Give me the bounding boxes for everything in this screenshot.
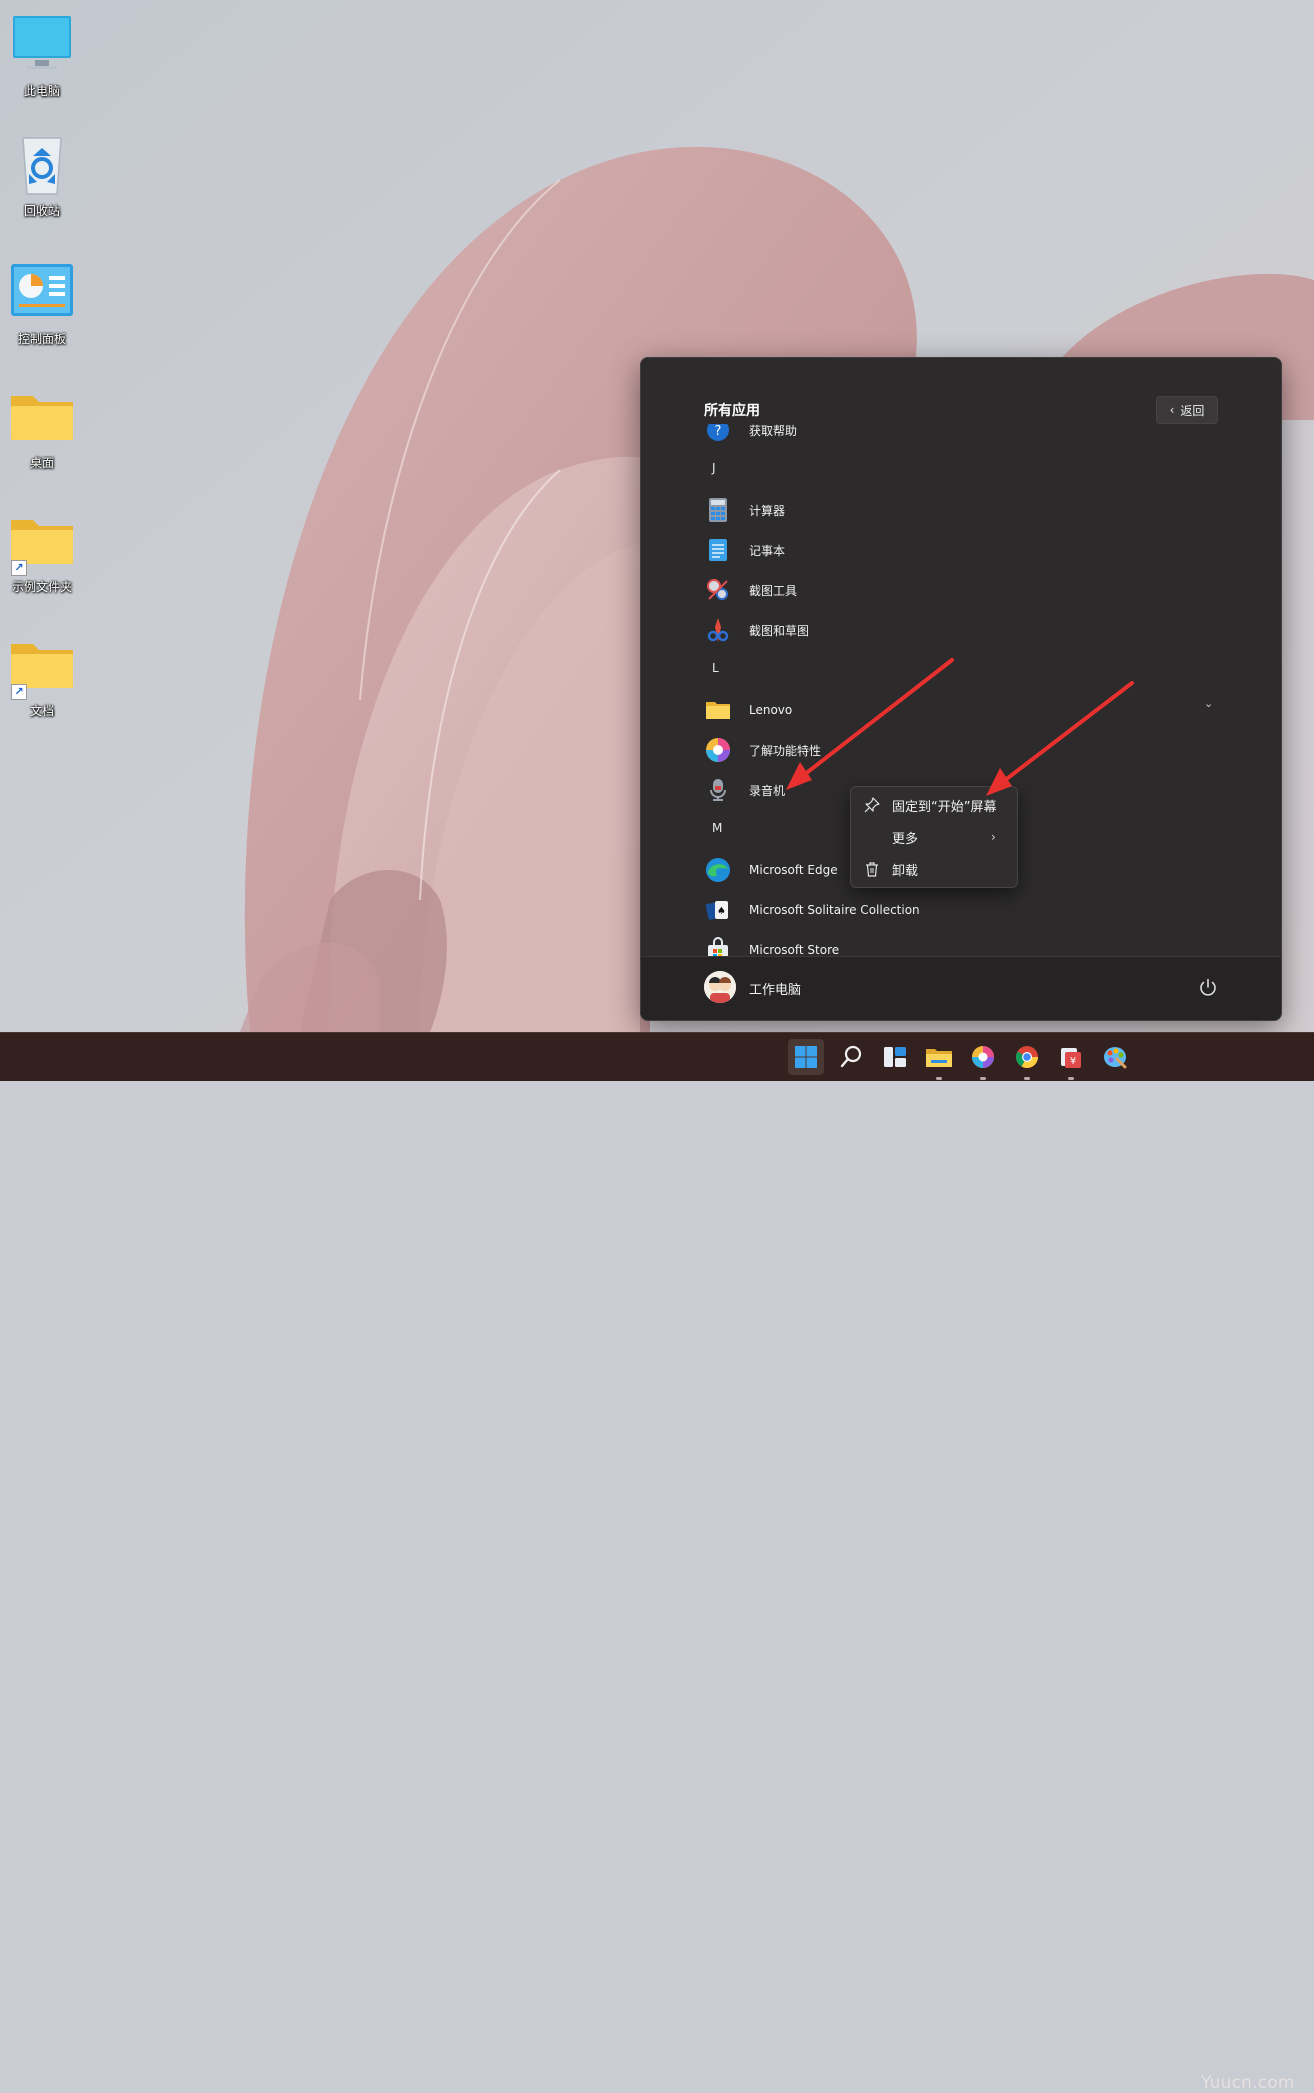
letter-header-j[interactable]: J — [712, 461, 716, 475]
uninstall-item[interactable]: 卸载 — [851, 853, 1017, 885]
context-menu: 固定到“开始”屏幕 更多 › 卸载 — [850, 786, 1018, 888]
svg-text:¥: ¥ — [1070, 1056, 1076, 1067]
more-item[interactable]: 更多 › — [851, 821, 1017, 853]
control-panel-icon — [9, 262, 75, 324]
snipping-tool-icon — [705, 577, 731, 603]
chevron-left-icon: ‹ — [1169, 403, 1175, 417]
file-explorer-icon — [926, 1049, 952, 1067]
app-item-store[interactable]: Microsoft Store — [701, 930, 1221, 956]
app-name: 计算器 — [749, 503, 786, 518]
app-item-notepad[interactable]: 记事本 — [701, 530, 1221, 570]
uninstall-label: 卸载 — [892, 863, 919, 879]
desktop-icon-label: 示例文件夹 — [11, 580, 72, 594]
desktop-icon-label: 回收站 — [23, 204, 60, 218]
app-name: Microsoft Solitaire Collection — [749, 903, 920, 917]
chrome-button[interactable] — [1009, 1039, 1045, 1080]
app-name: Lenovo — [749, 703, 793, 717]
user-name[interactable]: 工作电脑 — [749, 979, 801, 998]
start-menu: 所有应用 ‹ 返回 ? 获取帮助 J 计算器 记事本 截图工具 截图和草图 L … — [640, 357, 1282, 1021]
app-name: 截图和草图 — [749, 623, 810, 638]
desktop-icon-sample-folder[interactable]: ↗ 示例文件夹 — [4, 510, 80, 595]
recycle-bin-icon — [9, 134, 75, 196]
app-item-solitaire[interactable]: ♠ Microsoft Solitaire Collection — [701, 890, 1221, 930]
folder-icon: ↗ — [9, 634, 75, 700]
app-name: Microsoft Store — [749, 943, 840, 956]
calculator-icon — [705, 497, 731, 523]
desktop-icon-label: 桌面 — [29, 456, 54, 470]
more-label: 更多 — [892, 831, 919, 847]
trash-icon — [864, 861, 880, 877]
tips-icon — [705, 737, 731, 763]
notepad-icon — [705, 537, 731, 563]
start-footer: 工作电脑 — [641, 956, 1281, 1020]
start-icon — [795, 1046, 817, 1068]
paint-button[interactable] — [1097, 1039, 1133, 1075]
pin-icon — [864, 797, 880, 813]
app-name: 记事本 — [749, 543, 786, 558]
tips-icon — [972, 1046, 994, 1068]
desktop-icon-label: 此电脑 — [23, 84, 60, 98]
folder-icon — [705, 697, 731, 723]
file-explorer-button[interactable] — [921, 1039, 957, 1080]
desktop-icon-recycle-bin[interactable]: 回收站 — [4, 134, 80, 219]
shortcut-arrow-icon: ↗ — [11, 684, 27, 700]
search-button[interactable] — [833, 1039, 869, 1075]
voice-recorder-icon — [705, 777, 731, 803]
taskbar: ¥ Yuucn.com — [0, 1032, 1314, 2093]
start-button[interactable] — [788, 1039, 824, 1075]
desktop-icon-label: 文档 — [29, 704, 54, 718]
svg-text:?: ? — [715, 424, 722, 439]
chevron-down-icon[interactable]: ⌄ — [1204, 697, 1213, 710]
folder-icon — [9, 386, 75, 448]
help-icon: ? — [705, 424, 731, 443]
power-icon[interactable] — [1197, 977, 1219, 999]
edge-icon — [705, 857, 731, 883]
desktop-icon-control-panel[interactable]: 控制面板 — [4, 262, 80, 347]
user-avatar[interactable] — [704, 971, 736, 1003]
desktop-icon-this-pc[interactable]: 此电脑 — [4, 14, 80, 99]
folder-icon: ↗ — [9, 510, 75, 576]
app-name: Microsoft Edge — [749, 863, 838, 877]
app-item-tips[interactable]: 了解功能特性 — [701, 730, 1221, 770]
app-item-get-help[interactable]: ? 获取帮助 — [701, 424, 1221, 450]
app-name: 获取帮助 — [749, 424, 798, 438]
svg-text:♠: ♠ — [717, 906, 726, 917]
back-label: 返回 — [1180, 403, 1205, 418]
app-item-lenovo[interactable]: Lenovo — [701, 690, 1221, 730]
pin-to-start-item[interactable]: 固定到“开始”屏幕 — [851, 789, 1017, 821]
desktop-icon-documents[interactable]: ↗ 文档 — [4, 634, 80, 719]
shortcut-arrow-icon: ↗ — [11, 560, 27, 576]
solitaire-icon: ♠ — [705, 897, 731, 923]
back-button[interactable]: ‹ 返回 — [1156, 396, 1218, 424]
app-name: 录音机 — [749, 783, 786, 798]
watermark: Yuucn.com — [1201, 2073, 1295, 2093]
monitor-icon — [9, 14, 75, 76]
wps-button[interactable]: ¥ — [1053, 1039, 1089, 1080]
desktop-icon-desktop-folder[interactable]: 桌面 — [4, 386, 80, 471]
letter-header-l[interactable]: L — [712, 661, 719, 675]
chrome-icon — [1016, 1046, 1038, 1068]
app-item-calculator[interactable]: 计算器 — [701, 490, 1221, 530]
app-item-snip-sketch[interactable]: 截图和草图 — [701, 610, 1221, 650]
desktop-icon-label: 控制面板 — [17, 332, 66, 346]
store-icon — [705, 937, 731, 956]
pin-to-start-label: 固定到“开始”屏幕 — [892, 799, 997, 815]
chevron-right-icon: › — [991, 830, 996, 844]
tips-taskbar-button[interactable] — [965, 1039, 1001, 1080]
widgets-icon — [884, 1047, 906, 1067]
search-icon — [840, 1045, 862, 1068]
letter-header-m[interactable]: M — [712, 821, 722, 835]
wps-icon: ¥ — [1061, 1048, 1081, 1068]
app-name: 了解功能特性 — [749, 743, 822, 758]
snip-sketch-icon — [705, 617, 731, 643]
app-name: 截图工具 — [749, 583, 798, 598]
paint-icon — [1104, 1047, 1127, 1069]
app-item-snipping-tool[interactable]: 截图工具 — [701, 570, 1221, 610]
all-apps-title: 所有应用 — [704, 403, 760, 419]
widgets-button[interactable] — [877, 1039, 913, 1075]
